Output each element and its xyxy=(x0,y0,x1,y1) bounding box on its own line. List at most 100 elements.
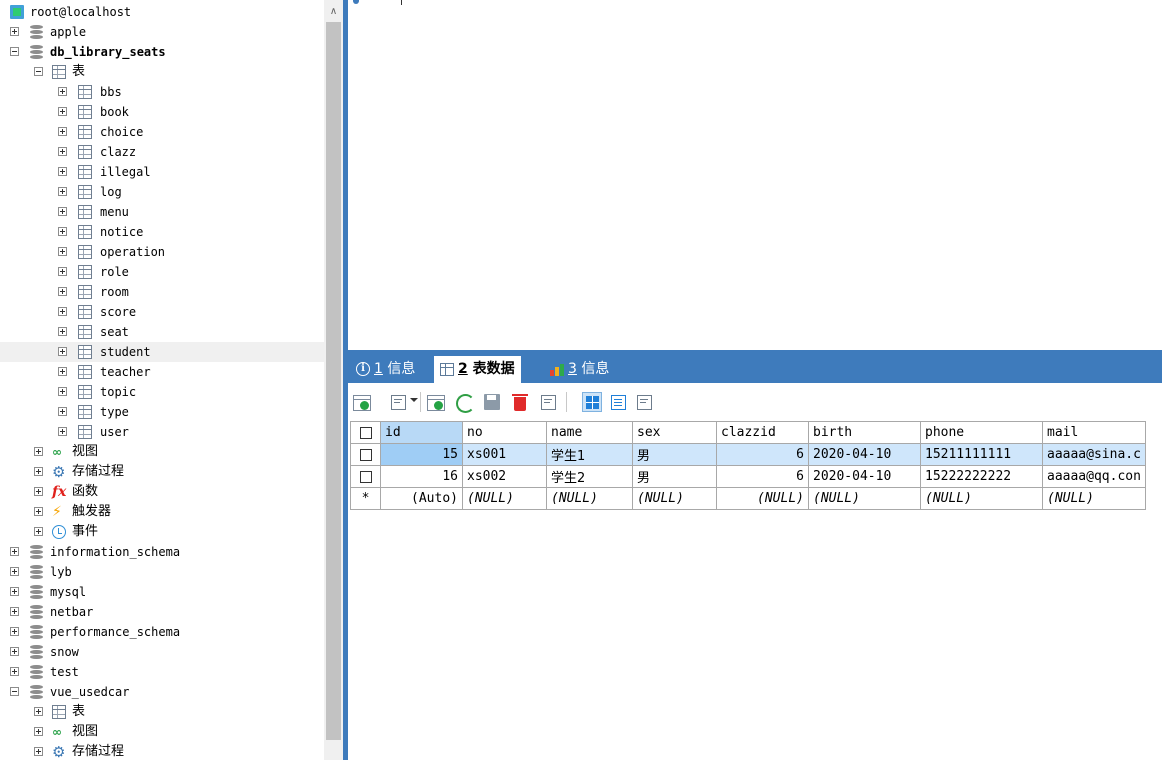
cancel-changes-icon[interactable] xyxy=(538,392,558,412)
cell-id[interactable]: 16 xyxy=(380,465,463,488)
refresh-icon[interactable] xyxy=(454,392,475,413)
expand-icon[interactable] xyxy=(10,647,19,656)
table-row[interactable]: 15 xs001 学生1 男 6 2020-04-10 15211111111 … xyxy=(350,443,1146,466)
column-header-mail[interactable]: mail xyxy=(1042,421,1146,444)
expand-icon[interactable] xyxy=(58,327,67,336)
tree-table-room[interactable]: room xyxy=(0,282,324,302)
cell-clazzid[interactable]: 6 xyxy=(716,465,809,488)
tree-table-user[interactable]: user xyxy=(0,422,324,442)
checkbox-icon[interactable] xyxy=(359,448,372,461)
tree-db-apple[interactable]: apple xyxy=(0,22,324,42)
expand-icon[interactable] xyxy=(58,347,67,356)
checkbox-icon[interactable] xyxy=(359,470,372,483)
expand-icon[interactable] xyxy=(10,547,19,556)
column-header-clazzid[interactable]: clazzid xyxy=(716,421,809,444)
expand-icon[interactable] xyxy=(10,667,19,676)
chevron-down-icon[interactable] xyxy=(410,398,418,402)
expand-icon[interactable] xyxy=(34,467,43,476)
tree-table-teacher[interactable]: teacher xyxy=(0,362,324,382)
tree-db-netbar[interactable]: netbar xyxy=(0,602,324,622)
insert-row-icon[interactable] xyxy=(352,392,372,412)
expand-icon[interactable] xyxy=(58,367,67,376)
tree-connection[interactable]: root@localhost xyxy=(0,2,324,22)
expand-icon[interactable] xyxy=(58,107,67,116)
column-header-sex[interactable]: sex xyxy=(632,421,717,444)
tree-node-4[interactable]: 事件 xyxy=(0,522,324,542)
tree-usedcar-node-0[interactable]: 表 xyxy=(0,702,324,722)
column-header-id[interactable]: id xyxy=(380,421,463,444)
tree-table-log[interactable]: log xyxy=(0,182,324,202)
cell-mail[interactable]: aaaaa@qq.con xyxy=(1042,465,1146,488)
expand-icon[interactable] xyxy=(34,527,43,536)
cell-sex[interactable]: (NULL) xyxy=(632,487,717,510)
cell-birth[interactable]: 2020-04-10 xyxy=(808,443,921,466)
tree-db-mysql[interactable]: mysql xyxy=(0,582,324,602)
row-checkbox[interactable] xyxy=(350,465,381,488)
cell-name[interactable]: (NULL) xyxy=(546,487,633,510)
table-row[interactable]: 16 xs002 学生2 男 6 2020-04-10 15222222222 … xyxy=(350,465,1146,488)
tree-table-menu[interactable]: menu xyxy=(0,202,324,222)
expand-icon[interactable] xyxy=(58,247,67,256)
tree-node-0[interactable]: ∞ 视图 xyxy=(0,442,324,462)
expand-icon[interactable] xyxy=(58,307,67,316)
query-editor[interactable] xyxy=(348,0,1162,350)
save-icon[interactable] xyxy=(482,392,502,412)
tree-tables-node[interactable]: 表 xyxy=(0,62,324,82)
expand-icon[interactable] xyxy=(34,707,43,716)
expand-icon[interactable] xyxy=(34,507,43,516)
expand-icon[interactable] xyxy=(58,267,67,276)
cell-clazzid[interactable]: 6 xyxy=(716,443,809,466)
grid-view-icon[interactable] xyxy=(582,392,602,412)
tab-table-data[interactable]: 2 表数据 xyxy=(434,356,521,383)
filter-icon[interactable] xyxy=(388,392,408,412)
cell-clazzid[interactable]: (NULL) xyxy=(716,487,809,510)
expand-icon[interactable] xyxy=(34,447,43,456)
expand-icon[interactable] xyxy=(58,187,67,196)
expand-icon[interactable] xyxy=(10,27,19,36)
tree-scrollbar[interactable]: ∧ xyxy=(324,0,343,760)
expand-icon[interactable] xyxy=(58,207,67,216)
expand-icon[interactable] xyxy=(34,747,43,756)
tree-table-score[interactable]: score xyxy=(0,302,324,322)
column-header-phone[interactable]: phone xyxy=(920,421,1043,444)
cell-sex[interactable]: 男 xyxy=(632,465,717,488)
tree-node-2[interactable]: fx 函数 xyxy=(0,482,324,502)
tree-table-student[interactable]: student xyxy=(0,342,324,362)
tree-table-bbs[interactable]: bbs xyxy=(0,82,324,102)
tree-table-choice[interactable]: choice xyxy=(0,122,324,142)
object-browser-tree[interactable]: root@localhost apple db_library_seats 表 bbs b… xyxy=(0,0,324,760)
add-row-icon[interactable] xyxy=(426,392,446,412)
tree-table-topic[interactable]: topic xyxy=(0,382,324,402)
cell-no[interactable]: xs001 xyxy=(462,443,547,466)
tree-db-lyb[interactable]: lyb xyxy=(0,562,324,582)
row-checkbox[interactable] xyxy=(350,443,381,466)
tree-table-notice[interactable]: notice xyxy=(0,222,324,242)
expand-icon[interactable] xyxy=(58,227,67,236)
cell-birth[interactable]: (NULL) xyxy=(808,487,921,510)
tree-table-book[interactable]: book xyxy=(0,102,324,122)
collapse-icon[interactable] xyxy=(10,687,19,696)
collapse-icon[interactable] xyxy=(10,47,19,56)
text-view-icon[interactable] xyxy=(634,392,654,412)
expand-icon[interactable] xyxy=(58,287,67,296)
expand-icon[interactable] xyxy=(10,607,19,616)
form-view-icon[interactable] xyxy=(608,392,628,412)
expand-icon[interactable] xyxy=(58,147,67,156)
cell-no[interactable]: xs002 xyxy=(462,465,547,488)
cell-id[interactable]: 15 xyxy=(380,443,463,466)
select-all-checkbox[interactable] xyxy=(350,421,381,444)
tree-db-current[interactable]: db_library_seats xyxy=(0,42,324,62)
cell-phone[interactable]: 15222222222 xyxy=(920,465,1043,488)
expand-icon[interactable] xyxy=(58,167,67,176)
tree-db-performance_schema[interactable]: performance_schema xyxy=(0,622,324,642)
column-header-no[interactable]: no xyxy=(462,421,547,444)
expand-icon[interactable] xyxy=(10,587,19,596)
expand-icon[interactable] xyxy=(58,387,67,396)
cell-mail[interactable]: (NULL) xyxy=(1042,487,1146,510)
tree-table-type[interactable]: type xyxy=(0,402,324,422)
cell-mail[interactable]: aaaaa@sina.c xyxy=(1042,443,1146,466)
tree-db-information_schema[interactable]: information_schema xyxy=(0,542,324,562)
expand-icon[interactable] xyxy=(10,627,19,636)
expand-icon[interactable] xyxy=(58,87,67,96)
cell-phone[interactable]: 15211111111 xyxy=(920,443,1043,466)
